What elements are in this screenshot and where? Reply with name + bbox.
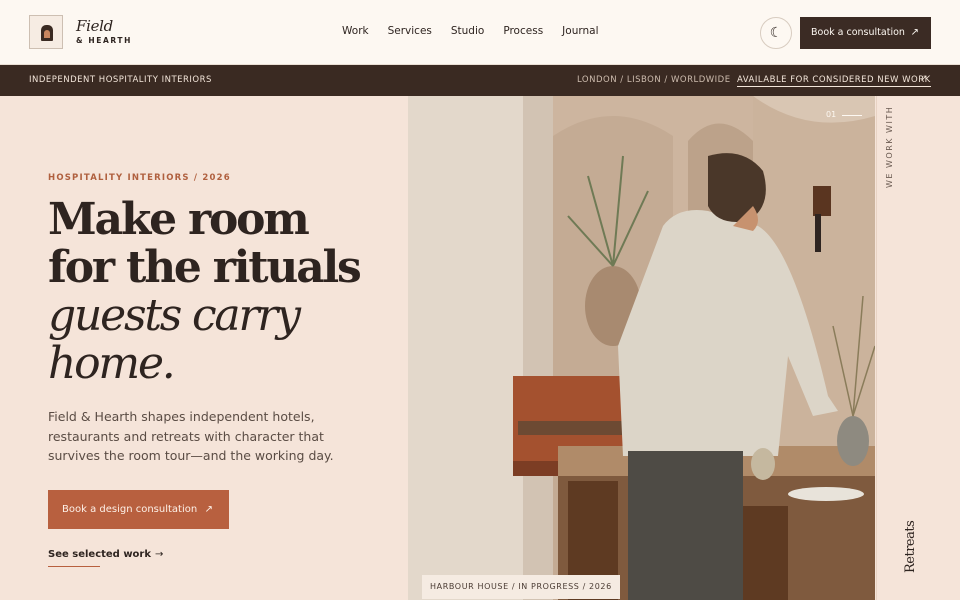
nav-item-studio[interactable]: Studio [451,25,484,37]
nav-item-process[interactable]: Process [503,25,543,37]
hero-description: Field & Hearth shapes independent hotels… [48,409,334,463]
photo-caption: HARBOUR HOUSE / IN PROGRESS / 2026 [422,575,620,599]
arrow-up-right-icon: ↗ [204,504,213,515]
logo-icon[interactable] [29,15,63,49]
slide-index: 01 [826,110,837,119]
slide-index-line [842,115,862,116]
hero-headline: Make room for the rituals guests carry h… [48,196,393,388]
nav-item-journal[interactable]: Journal [562,25,598,37]
book-design-consultation-button[interactable]: Book a design consultation ↗ [48,490,229,529]
top-nav: Field & HEARTH Work Services Studio Proc… [0,0,960,65]
band-left-text: INDEPENDENT HOSPITALITY INTERIORS [29,75,212,85]
rotating-client-type: Retreats [903,520,918,573]
brand-name[interactable]: Field [76,17,113,35]
nav-item-services[interactable]: Services [388,25,432,37]
link-underline [48,566,100,567]
book-consultation-label: Book a consultation [811,27,905,38]
hero-photo [408,96,875,600]
info-band: INDEPENDENT HOSPITALITY INTERIORS LONDON… [0,65,960,96]
arrow-right-icon: → [155,549,164,560]
see-selected-work-link[interactable]: See selected work → [48,549,163,560]
nav-item-work[interactable]: Work [342,25,369,37]
arrow-up-right-icon: ↗ [910,27,919,38]
band-locations: LONDON / LISBON / WORLDWIDE [577,75,731,85]
headline-line-2: for the rituals [48,242,362,293]
arrow-up-right-icon: ↗ [920,74,929,84]
theme-toggle-button[interactable]: ☾ [760,17,792,49]
secondary-cta-label: See selected work [48,549,152,560]
primary-cta-label: Book a design consultation [62,504,198,515]
restaurant-scene-image [408,96,875,600]
brand-subtitle: & HEARTH [76,36,132,45]
book-consultation-button[interactable]: Book a consultation ↗ [800,17,931,49]
moon-icon: ☾ [769,25,783,41]
headline-italic-2: home. [48,338,176,389]
we-work-with-label: WE WORK WITH [885,105,894,188]
main-menu: Work Services Studio Process Journal [342,25,618,37]
headline-italic-1: guests carry [48,290,301,341]
availability-link[interactable]: AVAILABLE FOR CONSIDERED NEW WORK [737,75,931,87]
headline-line-1: Make room [48,194,310,245]
hero-eyebrow: HOSPITALITY INTERIORS / 2026 [48,173,231,183]
